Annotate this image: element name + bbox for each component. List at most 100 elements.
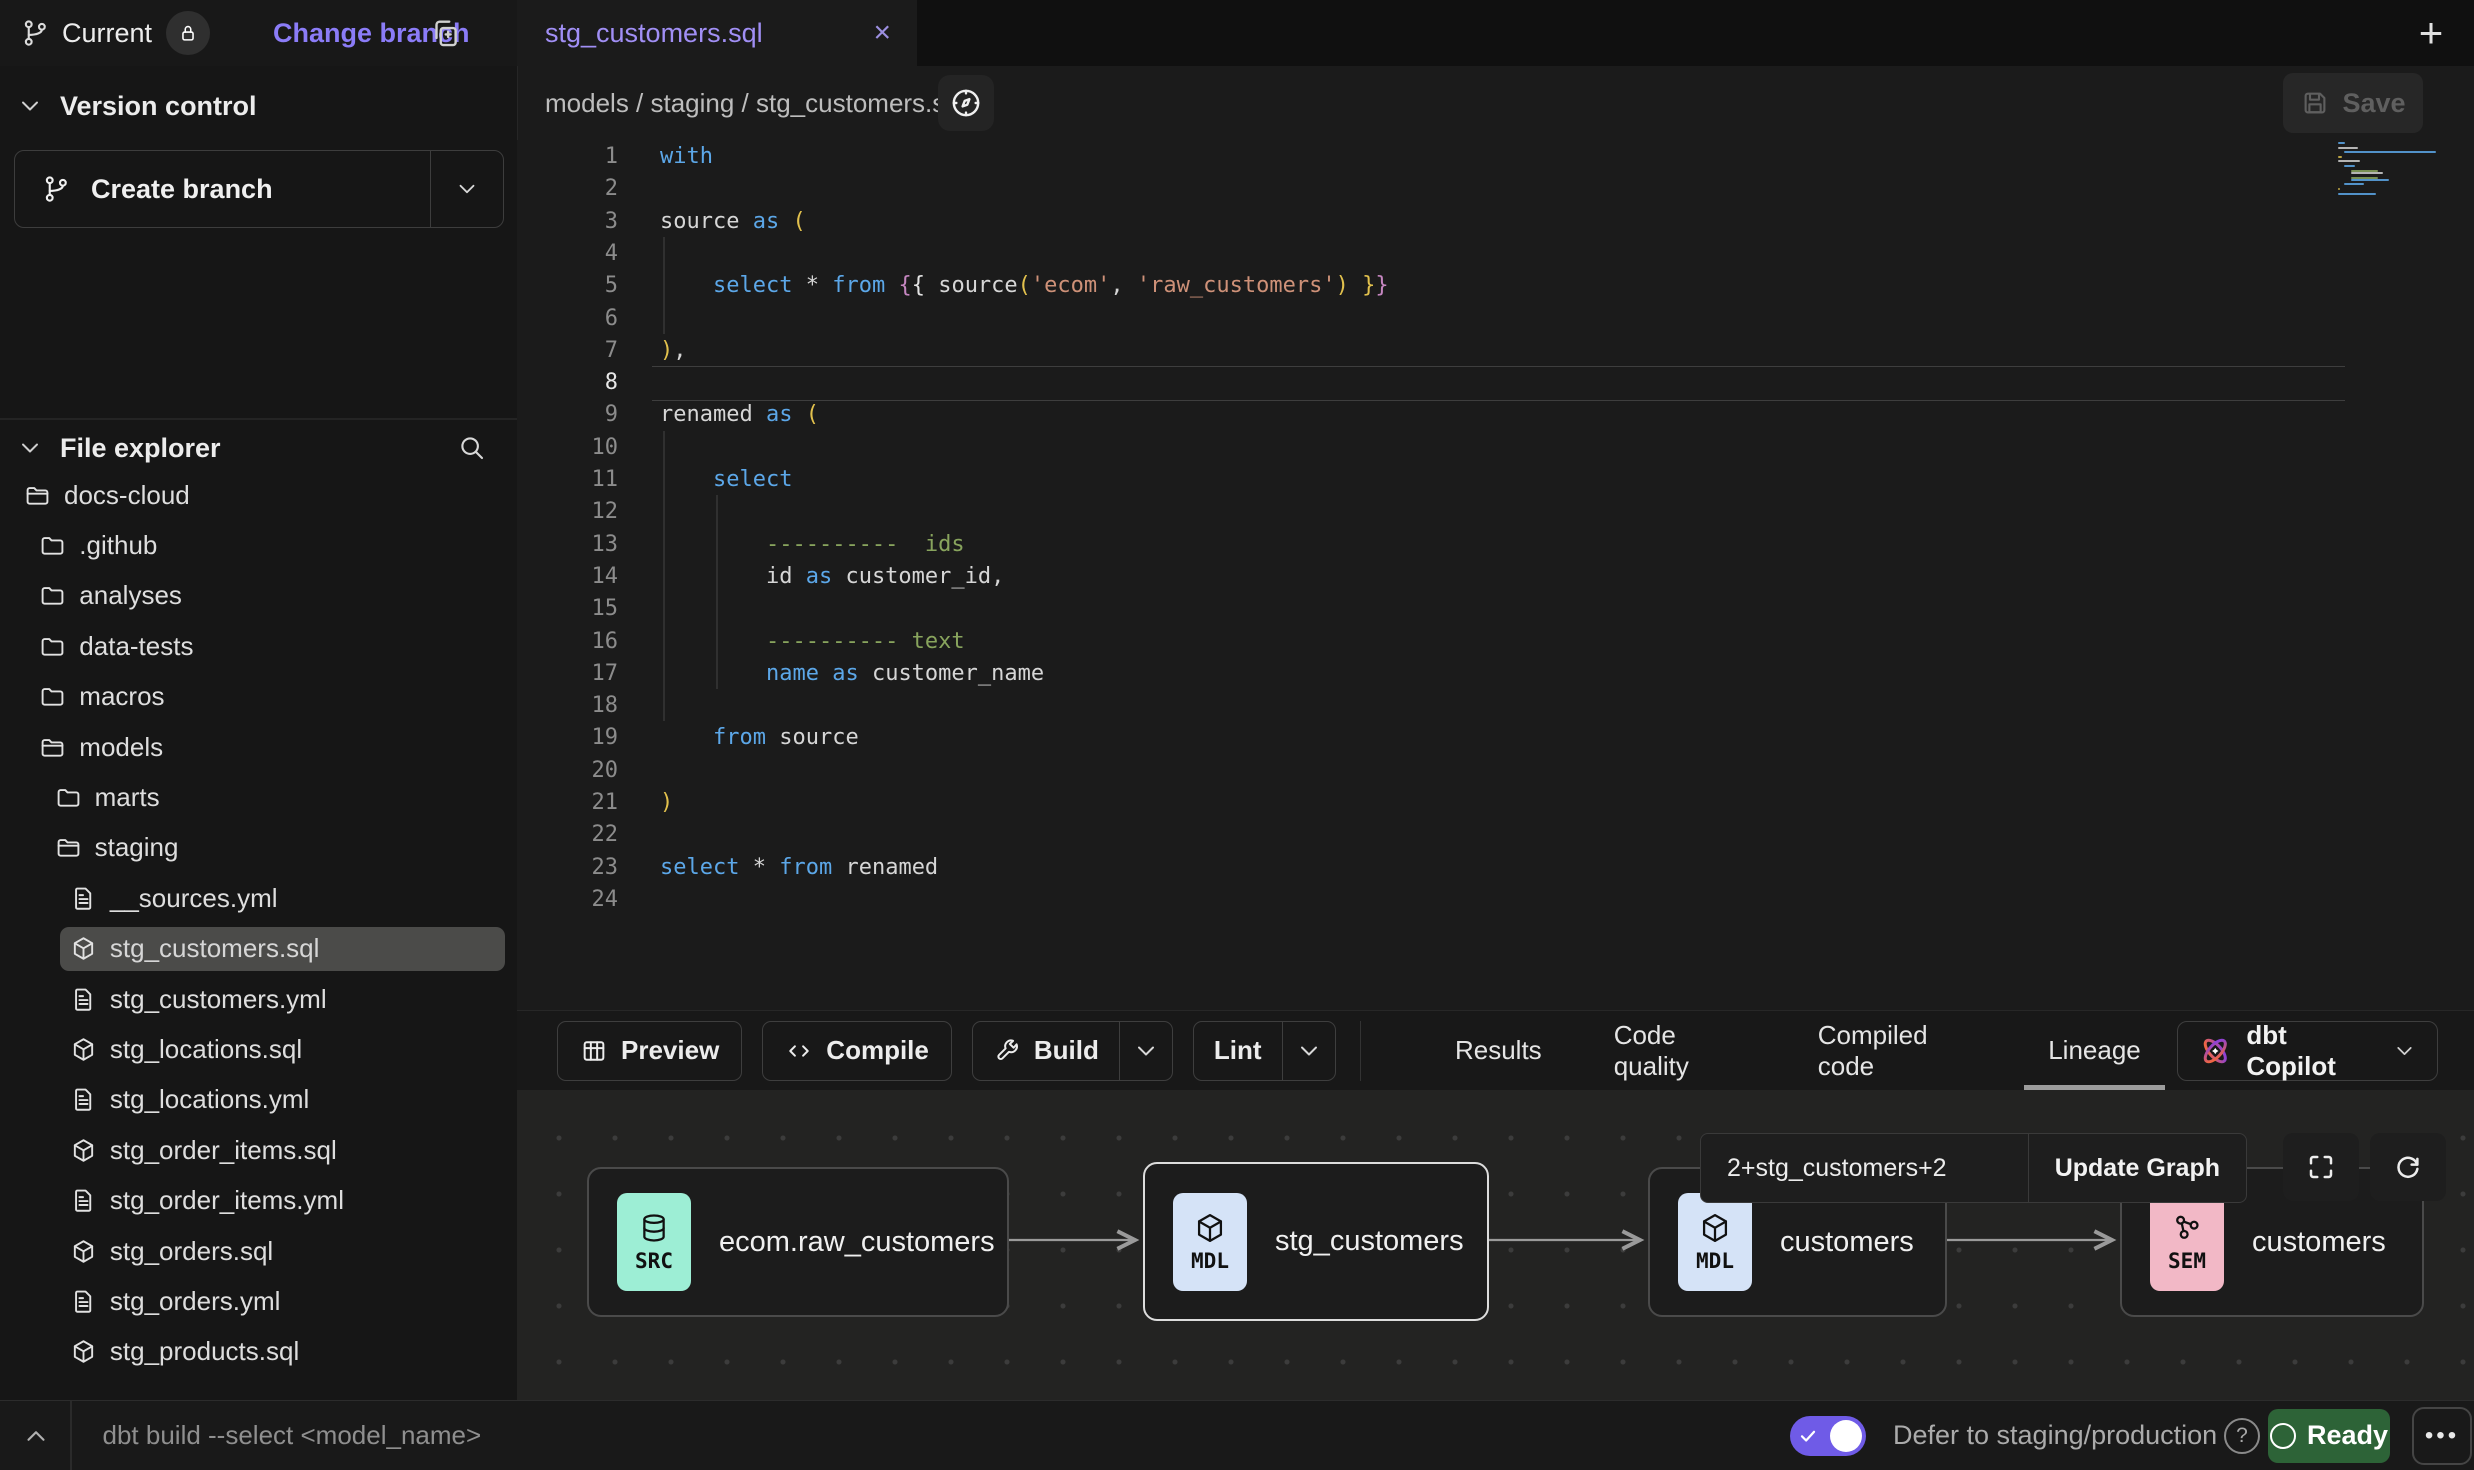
database-icon bbox=[637, 1211, 671, 1245]
tree-item-stg-order-items-yml[interactable]: stg_order_items.yml bbox=[60, 1179, 505, 1223]
table-icon bbox=[580, 1037, 608, 1065]
ready-status-button[interactable]: Ready bbox=[2268, 1409, 2390, 1463]
tab-close-icon[interactable]: × bbox=[873, 18, 891, 48]
node-type-badge: MDL bbox=[1173, 1193, 1247, 1291]
file-tree: docs-cloud .github analyses data-tests macro… bbox=[0, 470, 517, 1400]
tree-item-label: stg_locations.yml bbox=[110, 1084, 309, 1115]
code-line: 5 select * from {{ source('ecom', 'raw_c… bbox=[517, 269, 2474, 302]
search-icon[interactable] bbox=[457, 433, 487, 463]
code-editor[interactable]: 1with23source as (45 select * from {{ so… bbox=[517, 140, 2474, 1010]
tree-item-label: data-tests bbox=[79, 631, 193, 662]
command-input[interactable]: dbt build --select <model_name> bbox=[103, 1420, 482, 1451]
file-explorer-title: File explorer bbox=[60, 433, 221, 464]
tree-item-stg-orders-sql[interactable]: stg_orders.sql bbox=[60, 1229, 505, 1273]
code-line: 11 select bbox=[517, 463, 2474, 496]
folder-open-icon bbox=[39, 734, 66, 761]
tree-item-docs-cloud[interactable]: docs-cloud bbox=[14, 473, 505, 517]
tree-item-data-tests[interactable]: data-tests bbox=[29, 624, 505, 668]
tree-item-label: .github bbox=[79, 530, 157, 561]
lineage-selector-input[interactable]: 2+stg_customers+2 bbox=[1701, 1134, 2028, 1202]
chevron-down-icon bbox=[454, 176, 480, 202]
lineage-node-ecom-raw-customers[interactable]: SRCecom.raw_customers bbox=[587, 1167, 1009, 1317]
pane-tab-results[interactable]: Results bbox=[1419, 1011, 1578, 1090]
code-line: 24 bbox=[517, 883, 2474, 916]
help-icon[interactable]: ? bbox=[2224, 1418, 2260, 1454]
tab-stg-customers[interactable]: stg_customers.sql × bbox=[517, 0, 917, 66]
tree-item-label: staging bbox=[95, 832, 179, 863]
tree-item-label: stg_customers.sql bbox=[110, 933, 320, 964]
current-branch-label: Current bbox=[62, 18, 152, 49]
lint-dropdown[interactable] bbox=[1282, 1022, 1335, 1080]
lineage-selector: 2+stg_customers+2 Update Graph bbox=[1700, 1133, 2247, 1203]
code-line: 18 bbox=[517, 689, 2474, 722]
defer-toggle[interactable] bbox=[1790, 1416, 1866, 1456]
preview-button[interactable]: Preview bbox=[557, 1021, 742, 1081]
tree-item-label: macros bbox=[79, 681, 164, 712]
tree-item-stg-customers-sql[interactable]: stg_customers.sql bbox=[60, 927, 505, 971]
tree-item-label: stg_products.sql bbox=[110, 1336, 299, 1367]
tree-item-staging[interactable]: staging bbox=[45, 826, 505, 870]
sidebar: Version control Create branch File explo… bbox=[0, 66, 518, 1400]
tree-item--sources-yml[interactable]: __sources.yml bbox=[60, 876, 505, 920]
fullscreen-button[interactable] bbox=[2283, 1133, 2359, 1201]
code-line: 15 bbox=[517, 592, 2474, 625]
tree-item-stg-products-sql[interactable]: stg_products.sql bbox=[60, 1330, 505, 1374]
tree-item-stg-order-items-sql[interactable]: stg_order_items.sql bbox=[60, 1128, 505, 1172]
update-graph-button[interactable]: Update Graph bbox=[2028, 1134, 2246, 1202]
branch-lock-badge bbox=[166, 11, 210, 55]
code-line: 1with bbox=[517, 140, 2474, 173]
version-control-header[interactable]: Version control bbox=[0, 84, 257, 128]
tree-item--github[interactable]: .github bbox=[29, 523, 505, 567]
node-label: customers bbox=[1780, 1226, 1914, 1259]
code-line: 8 bbox=[517, 366, 2474, 399]
semantic-icon bbox=[2170, 1211, 2204, 1245]
chevron-up-icon[interactable] bbox=[21, 1421, 51, 1451]
tree-item-stg-customers-yml[interactable]: stg_customers.yml bbox=[60, 977, 505, 1021]
refresh-button[interactable] bbox=[2370, 1133, 2446, 1201]
cube-icon bbox=[1193, 1211, 1227, 1245]
build-button[interactable]: Build bbox=[972, 1021, 1173, 1081]
tree-item-marts[interactable]: marts bbox=[45, 775, 505, 819]
toolbar-divider bbox=[1360, 1021, 1361, 1081]
wrench-icon bbox=[993, 1037, 1021, 1065]
build-dropdown[interactable] bbox=[1119, 1022, 1172, 1080]
tree-item-analyses[interactable]: analyses bbox=[29, 574, 505, 618]
create-branch-dropdown[interactable] bbox=[430, 151, 503, 227]
pane-tab-compiled-code[interactable]: Compiled code bbox=[1782, 1011, 2012, 1090]
folder-icon bbox=[55, 784, 82, 811]
copilot-compass-button[interactable] bbox=[938, 75, 994, 131]
overflow-menu-button[interactable]: ••• bbox=[2412, 1407, 2472, 1465]
lint-button[interactable]: Lint bbox=[1193, 1021, 1336, 1081]
copy-icon[interactable] bbox=[428, 16, 462, 50]
statusbar-divider bbox=[70, 1401, 72, 1470]
save-button[interactable]: Save bbox=[2283, 73, 2423, 133]
lineage-panel[interactable]: SRCecom.raw_customers MDL stg_customersMDL… bbox=[517, 1090, 2474, 1400]
tree-item-macros[interactable]: macros bbox=[29, 675, 505, 719]
code-line: 4 bbox=[517, 237, 2474, 270]
create-branch-button[interactable]: Create branch bbox=[14, 150, 504, 228]
tree-item-stg-locations-sql[interactable]: stg_locations.sql bbox=[60, 1027, 505, 1071]
yml-icon bbox=[70, 885, 97, 912]
file-explorer-header[interactable]: File explorer bbox=[0, 426, 501, 470]
tree-item-label: stg_order_items.sql bbox=[110, 1135, 337, 1166]
node-label: stg_customers bbox=[1275, 1225, 1464, 1258]
save-icon bbox=[2300, 88, 2330, 118]
code-line: 12 bbox=[517, 495, 2474, 528]
tree-item-stg-locations-yml[interactable]: stg_locations.yml bbox=[60, 1078, 505, 1122]
lint-label: Lint bbox=[1214, 1035, 1262, 1066]
tree-item-label: stg_orders.yml bbox=[110, 1286, 281, 1317]
tab-strip: stg_customers.sql × + bbox=[517, 0, 2474, 66]
code-line: 20 bbox=[517, 754, 2474, 787]
node-label: ecom.raw_customers bbox=[719, 1226, 995, 1259]
pane-tab-lineage[interactable]: Lineage bbox=[2012, 1011, 2177, 1090]
sql-icon bbox=[70, 1338, 97, 1365]
dbt-copilot-button[interactable]: dbt Copilot bbox=[2177, 1021, 2438, 1081]
sql-icon bbox=[70, 1238, 97, 1265]
git-branch-icon bbox=[41, 174, 71, 204]
new-tab-button[interactable]: + bbox=[2406, 8, 2456, 58]
lineage-node-stg-customers[interactable]: MDL stg_customers bbox=[1143, 1162, 1489, 1321]
tree-item-models[interactable]: models bbox=[29, 725, 505, 769]
tree-item-stg-orders-yml[interactable]: stg_orders.yml bbox=[60, 1279, 505, 1323]
compile-button[interactable]: Compile bbox=[762, 1021, 952, 1081]
pane-tab-code-quality[interactable]: Code quality bbox=[1578, 1011, 1782, 1090]
